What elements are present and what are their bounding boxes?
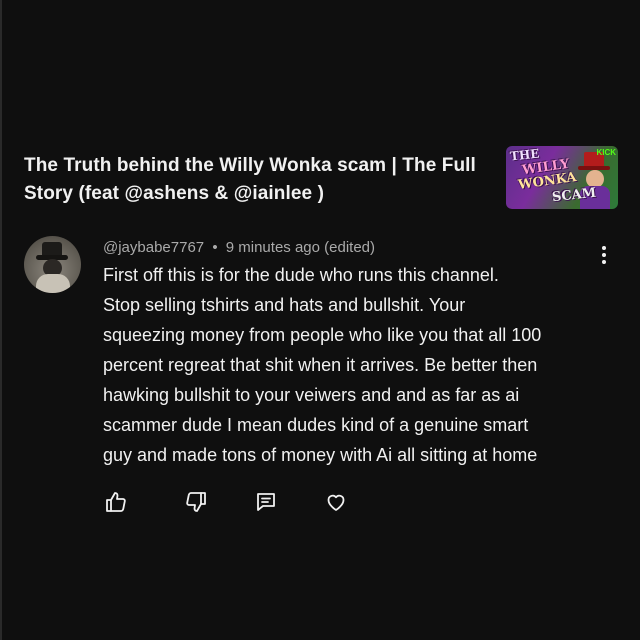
avatar-body	[36, 274, 70, 293]
screen: The Truth behind the Willy Wonka scam | …	[0, 0, 640, 640]
thumbs-down-icon	[186, 492, 206, 512]
video-title[interactable]: The Truth behind the Willy Wonka scam | …	[24, 152, 494, 208]
thumbs-up-icon	[106, 492, 126, 512]
dislike-button[interactable]	[184, 490, 208, 514]
reply-icon	[257, 493, 275, 511]
heart-button[interactable]	[324, 490, 348, 514]
avatar[interactable]	[24, 236, 81, 293]
frame-edge	[0, 0, 2, 640]
more-dot	[602, 246, 606, 250]
video-header[interactable]: The Truth behind the Willy Wonka scam | …	[24, 146, 624, 216]
comment-author[interactable]: @jaybabe7767	[103, 239, 204, 256]
more-dot	[602, 253, 606, 257]
comment-text: First off this is for the dude who runs …	[103, 265, 542, 465]
comment-meta: @jaybabe7767 • 9 minutes ago (edited)	[103, 238, 375, 258]
thumbnail-kick-badge: KICK	[596, 148, 616, 157]
like-button[interactable]	[104, 490, 128, 514]
comment-time: 9 minutes ago (edited)	[225, 239, 376, 256]
meta-separator: •	[212, 239, 218, 256]
video-thumbnail[interactable]: THE WILLY WONKA SCAM KICK	[506, 146, 618, 209]
heart-icon	[327, 494, 345, 511]
reply-button[interactable]	[254, 490, 278, 514]
